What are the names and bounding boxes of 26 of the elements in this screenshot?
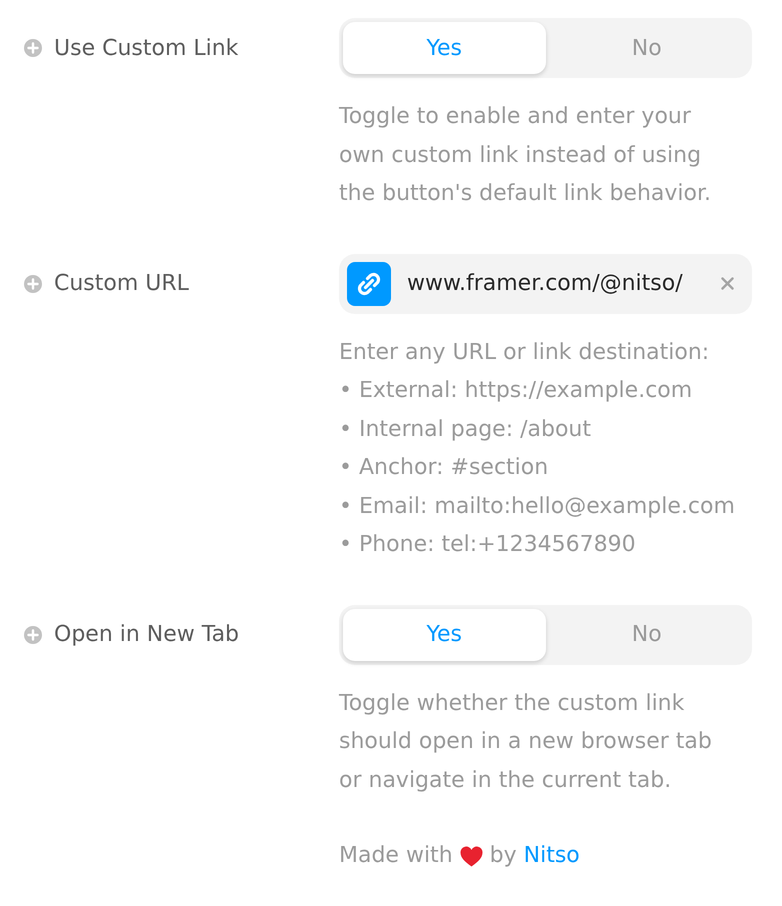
link-icon	[347, 262, 391, 306]
bullet-text: • Internal page: /about	[339, 416, 592, 444]
toggle-option[interactable]: No	[546, 22, 748, 74]
bullet-text: • External: https://example.com	[339, 377, 694, 405]
description-text: Toggle whether the custom link should open in a new browser tab or navigate in the current tab.	[339, 690, 713, 794]
property-label: Custom URL	[54, 271, 189, 296]
url-field[interactable]: www.framer.com/@nitso/	[339, 254, 752, 314]
bullet-text: • Email: mailto:hello@example.com	[339, 492, 736, 520]
footer-text: by	[490, 842, 517, 870]
heart-icon	[460, 846, 483, 867]
description-text: Enter any URL or link destination:	[339, 338, 710, 366]
plus-icon	[24, 274, 42, 292]
plus-icon	[24, 626, 42, 644]
close-icon[interactable]	[721, 277, 734, 290]
author-link[interactable]: Nitso	[524, 837, 580, 876]
footer-text: Made with	[339, 842, 453, 870]
property-label: Use Custom Link	[54, 36, 238, 60]
url-input[interactable]: www.framer.com/@nitso/	[407, 271, 705, 296]
toggle-option[interactable]: Yes	[343, 22, 546, 74]
plus-icon	[24, 39, 42, 57]
description-text: Toggle to enable and enter your own custom link instead of using the button's default link behavior.	[339, 103, 712, 208]
toggle-option[interactable]: Yes	[343, 608, 546, 660]
toggle-option[interactable]: No	[546, 608, 748, 660]
bullet-text: • Anchor: #section	[339, 454, 550, 482]
property-label: Open in New Tab	[54, 622, 240, 647]
bullet-text: • Phone: tel:+1234567890	[339, 531, 637, 559]
